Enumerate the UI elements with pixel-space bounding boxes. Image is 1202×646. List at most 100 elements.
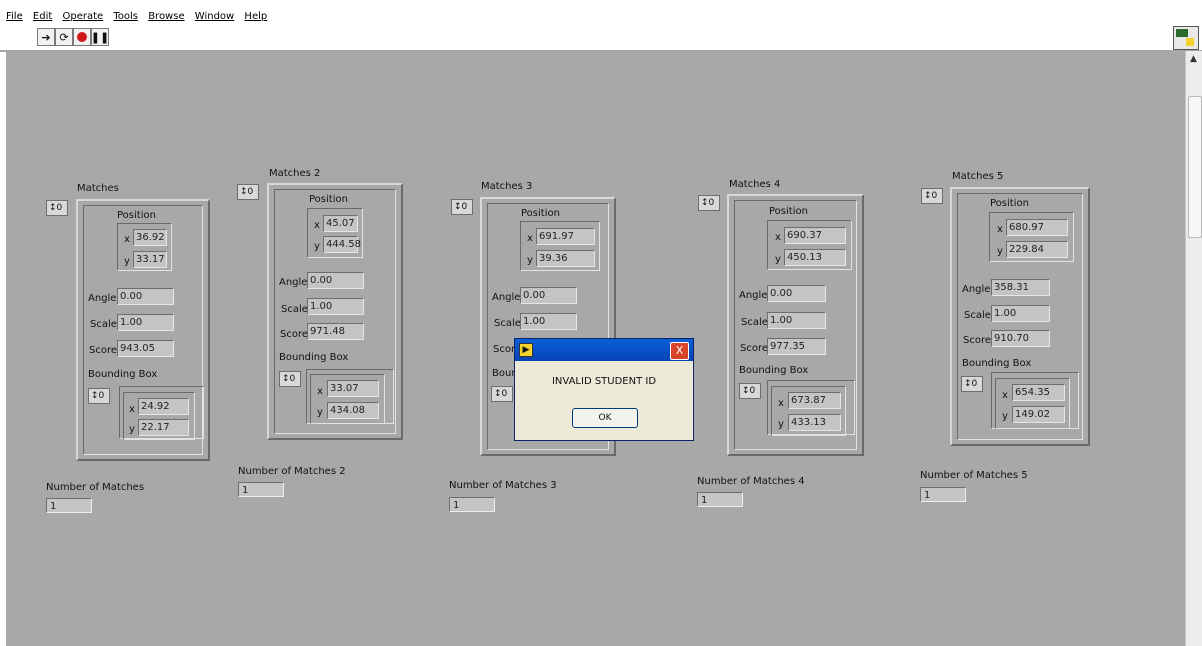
position-x: 690.37 bbox=[784, 227, 846, 244]
position-y: 39.36 bbox=[536, 250, 595, 267]
number-of-matches-5-label: Number of Matches 5 bbox=[920, 470, 1028, 481]
score-value: 943.05 bbox=[117, 340, 174, 357]
angle-value: 0.00 bbox=[117, 288, 174, 305]
matches-5-title: Matches 5 bbox=[952, 171, 1004, 182]
menu-operate[interactable]: Operate bbox=[62, 11, 103, 22]
abort-icon[interactable] bbox=[73, 28, 91, 46]
toolbar: ➔ ⟳ ❚❚ bbox=[0, 26, 1202, 52]
labview-icon: ▶ bbox=[519, 343, 533, 357]
dialog-titlebar[interactable]: ▶ X bbox=[515, 339, 693, 361]
bbox-x-label: x bbox=[317, 386, 323, 397]
bbox-index-value: 0 bbox=[98, 391, 105, 401]
bbox-y: 22.17 bbox=[138, 419, 189, 436]
scroll-thumb[interactable] bbox=[1188, 96, 1202, 238]
bbox-y-label: y bbox=[778, 419, 784, 430]
close-icon[interactable]: X bbox=[670, 342, 689, 360]
bbox-index[interactable]: ↕0 bbox=[88, 388, 110, 404]
run-arrow-icon[interactable]: ➔ bbox=[37, 28, 55, 46]
menu-browse[interactable]: Browse bbox=[148, 11, 184, 22]
run-continuously-icon[interactable]: ⟳ bbox=[55, 28, 73, 46]
score-label: Score bbox=[89, 345, 118, 356]
scale-label: Scale bbox=[741, 317, 768, 328]
matches-1-index[interactable]: ↕0 bbox=[46, 200, 68, 216]
position-label: Position bbox=[117, 210, 156, 221]
scale-value: 1.00 bbox=[767, 312, 826, 329]
bbox-y: 149.02 bbox=[1012, 406, 1065, 423]
bbox-index[interactable]: ↕0 bbox=[739, 383, 761, 399]
scale-value: 1.00 bbox=[307, 298, 364, 315]
bbox-x-label: x bbox=[778, 398, 784, 409]
bbox-index-value: 0 bbox=[289, 374, 296, 384]
angle-label: Angle bbox=[88, 293, 117, 304]
x-label: x bbox=[775, 232, 781, 243]
menu-tools[interactable]: Tools bbox=[113, 11, 138, 22]
number-of-matches-value: 1 bbox=[46, 498, 92, 513]
y-label: y bbox=[124, 256, 130, 267]
bbox-index[interactable]: ↕0 bbox=[279, 371, 301, 387]
pause-icon[interactable]: ❚❚ bbox=[91, 28, 109, 46]
bbox-x: 654.35 bbox=[1012, 384, 1065, 401]
menu-bar: File Edit Operate Tools Browse Window He… bbox=[0, 0, 1202, 26]
y-label: y bbox=[314, 241, 320, 252]
menu-window[interactable]: Window bbox=[195, 11, 234, 22]
number-of-matches-4-value: 1 bbox=[697, 492, 743, 507]
matches-3-title: Matches 3 bbox=[481, 181, 533, 192]
score-value: 971.48 bbox=[307, 323, 364, 340]
angle-label: Angle bbox=[279, 277, 308, 288]
vertical-scrollbar[interactable]: ▲ bbox=[1185, 51, 1202, 646]
bbox-index-value: 0 bbox=[749, 386, 756, 396]
score-label: Score bbox=[963, 335, 992, 346]
x-label: x bbox=[997, 224, 1003, 235]
angle-value: 0.00 bbox=[767, 285, 826, 302]
scale-label: Scale bbox=[964, 310, 991, 321]
number-of-matches-4-label: Number of Matches 4 bbox=[697, 476, 805, 487]
position-x: 680.97 bbox=[1006, 219, 1068, 236]
ok-button[interactable]: OK bbox=[572, 408, 638, 428]
matches-2-index[interactable]: ↕0 bbox=[237, 184, 259, 200]
bbox-index-value: 0 bbox=[971, 379, 978, 389]
position-label: Position bbox=[990, 198, 1029, 209]
matches-4-title: Matches 4 bbox=[729, 179, 781, 190]
bounding-box-label: Bounding Box bbox=[739, 365, 809, 376]
matches-4-index[interactable]: ↕0 bbox=[698, 195, 720, 211]
score-value: 977.35 bbox=[767, 338, 826, 355]
position-label: Position bbox=[521, 208, 560, 219]
angle-label: Angle bbox=[739, 290, 768, 301]
matches-2-index-value: 0 bbox=[247, 187, 254, 197]
matches-3-index[interactable]: ↕0 bbox=[451, 199, 473, 215]
bbox-y-label: y bbox=[129, 424, 135, 435]
scale-value: 1.00 bbox=[520, 313, 577, 330]
menu-help[interactable]: Help bbox=[244, 11, 267, 22]
bbox-index[interactable]: ↕0 bbox=[491, 386, 513, 402]
matches-1-title: Matches bbox=[77, 183, 119, 194]
y-label: y bbox=[775, 254, 781, 265]
bbox-x-label: x bbox=[129, 404, 135, 415]
bbox-x-label: x bbox=[1002, 390, 1008, 401]
menu-items: File Edit Operate Tools Browse Window He… bbox=[6, 11, 274, 22]
position-x: 691.97 bbox=[536, 228, 595, 245]
bbox-x: 24.92 bbox=[138, 398, 189, 415]
matches-2-title: Matches 2 bbox=[269, 168, 321, 179]
number-of-matches-5-value: 1 bbox=[920, 487, 966, 502]
number-of-matches-3-label: Number of Matches 3 bbox=[449, 480, 557, 491]
position-x: 36.92 bbox=[133, 229, 167, 246]
matches-5-index-value: 0 bbox=[931, 191, 938, 201]
scale-value: 1.00 bbox=[991, 305, 1050, 322]
bbox-index[interactable]: ↕0 bbox=[961, 376, 983, 392]
position-y: 444.58 bbox=[323, 236, 361, 253]
scroll-up-icon[interactable]: ▲ bbox=[1190, 54, 1197, 64]
menu-file[interactable]: File bbox=[6, 11, 23, 22]
position-label: Position bbox=[769, 206, 808, 217]
angle-label: Angle bbox=[492, 292, 521, 303]
bounding-box-label: Bounding Box bbox=[962, 358, 1032, 369]
menu-edit[interactable]: Edit bbox=[33, 11, 52, 22]
scale-label: Scale bbox=[281, 304, 308, 315]
x-label: x bbox=[124, 234, 130, 245]
bounding-box-label: Bounding Box bbox=[279, 352, 349, 363]
number-of-matches-2-label: Number of Matches 2 bbox=[238, 466, 346, 477]
matches-5-index[interactable]: ↕0 bbox=[921, 188, 943, 204]
score-label: Scor bbox=[493, 344, 516, 355]
bbox-x: 673.87 bbox=[788, 392, 841, 409]
angle-value: 358.31 bbox=[991, 279, 1050, 296]
angle-value: 0.00 bbox=[307, 272, 364, 289]
